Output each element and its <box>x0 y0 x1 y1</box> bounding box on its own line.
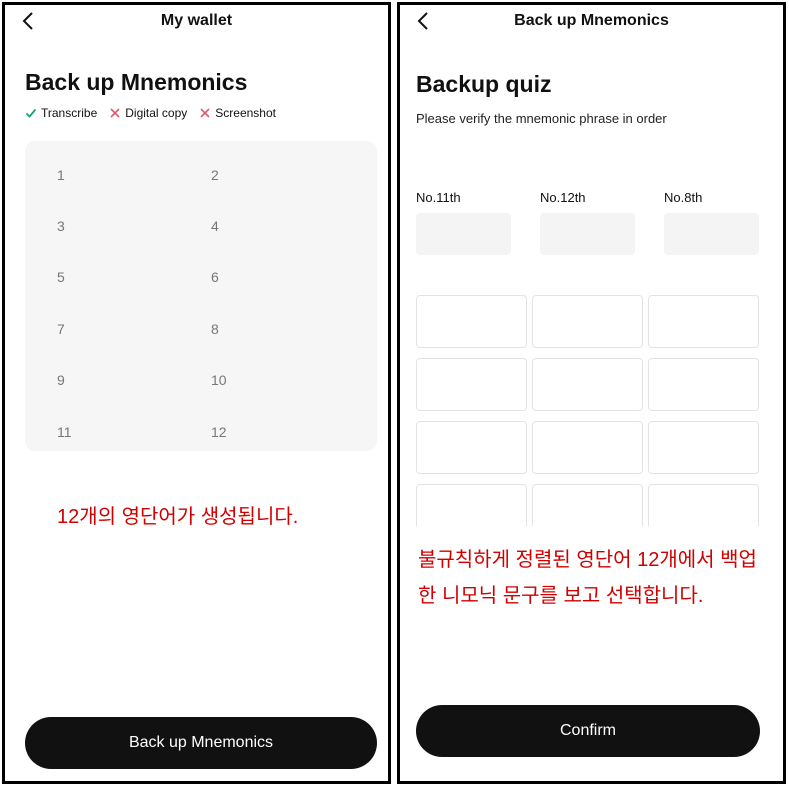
page-title: Back up Mnemonics <box>25 69 248 95</box>
word-number: 4 <box>211 218 219 234</box>
cross-icon <box>200 108 210 118</box>
backup-quiz-screen: Back up Mnemonics Backup quiz Please ver… <box>397 2 786 784</box>
method-label: Digital copy <box>125 106 188 120</box>
page-title: Backup quiz <box>416 71 552 97</box>
slot-label: No.8th <box>664 190 703 205</box>
word-number: 6 <box>211 269 219 285</box>
method-screenshot: Screenshot <box>199 106 276 120</box>
confirm-button[interactable]: Confirm <box>416 705 760 757</box>
word-option[interactable] <box>532 295 643 348</box>
answer-slot[interactable] <box>664 213 759 255</box>
word-option[interactable] <box>416 358 527 411</box>
slot-label: No.12th <box>540 190 586 205</box>
word-number: 10 <box>211 372 227 388</box>
word-number: 3 <box>57 218 65 234</box>
cross-icon <box>110 108 120 118</box>
answer-slot[interactable] <box>540 213 635 255</box>
mnemonic-word-grid: 1 2 3 4 5 6 7 8 9 10 11 12 <box>25 141 377 451</box>
nav-title: Back up Mnemonics <box>514 12 669 29</box>
word-option[interactable] <box>648 421 759 474</box>
word-option[interactable] <box>532 358 643 411</box>
answer-slot[interactable] <box>416 213 511 255</box>
word-number: 9 <box>57 372 65 388</box>
method-digital-copy: Digital copy <box>109 106 187 120</box>
word-number: 8 <box>211 321 219 337</box>
word-number: 1 <box>57 167 65 183</box>
word-number: 7 <box>57 321 65 337</box>
backup-mnemonics-screen: My wallet Back up Mnemonics Transcribe D… <box>2 2 391 784</box>
word-number: 2 <box>211 167 219 183</box>
word-option[interactable] <box>416 421 527 474</box>
method-transcribe: Transcribe <box>25 106 97 120</box>
word-option[interactable] <box>648 358 759 411</box>
method-label: Transcribe <box>41 106 98 120</box>
backup-method-list: Transcribe Digital copy Screenshot <box>25 106 276 120</box>
back-up-mnemonics-button[interactable]: Back up Mnemonics <box>25 717 377 769</box>
word-option[interactable] <box>416 295 527 348</box>
word-number: 5 <box>57 269 65 285</box>
word-option[interactable] <box>648 295 759 348</box>
slot-label: No.11th <box>416 190 461 205</box>
scroll-fade <box>410 526 783 540</box>
word-option[interactable] <box>532 421 643 474</box>
annotation-text: 12개의 영단어가 생성됩니다. <box>57 506 299 528</box>
quiz-instructions: Please verify the mnemonic phrase in ord… <box>416 111 667 126</box>
word-number: 11 <box>57 424 72 440</box>
nav-bar: My wallet <box>5 5 388 39</box>
nav-title: My wallet <box>160 12 233 29</box>
method-label: Screenshot <box>215 106 276 120</box>
nav-bar: Back up Mnemonics <box>400 5 783 39</box>
check-icon <box>25 108 37 118</box>
annotation-text: 불규칙하게 정렬된 영단어 12개에서 백업한 니모닉 문구를 보고 선택합니다… <box>418 549 757 607</box>
word-number: 12 <box>211 424 227 440</box>
